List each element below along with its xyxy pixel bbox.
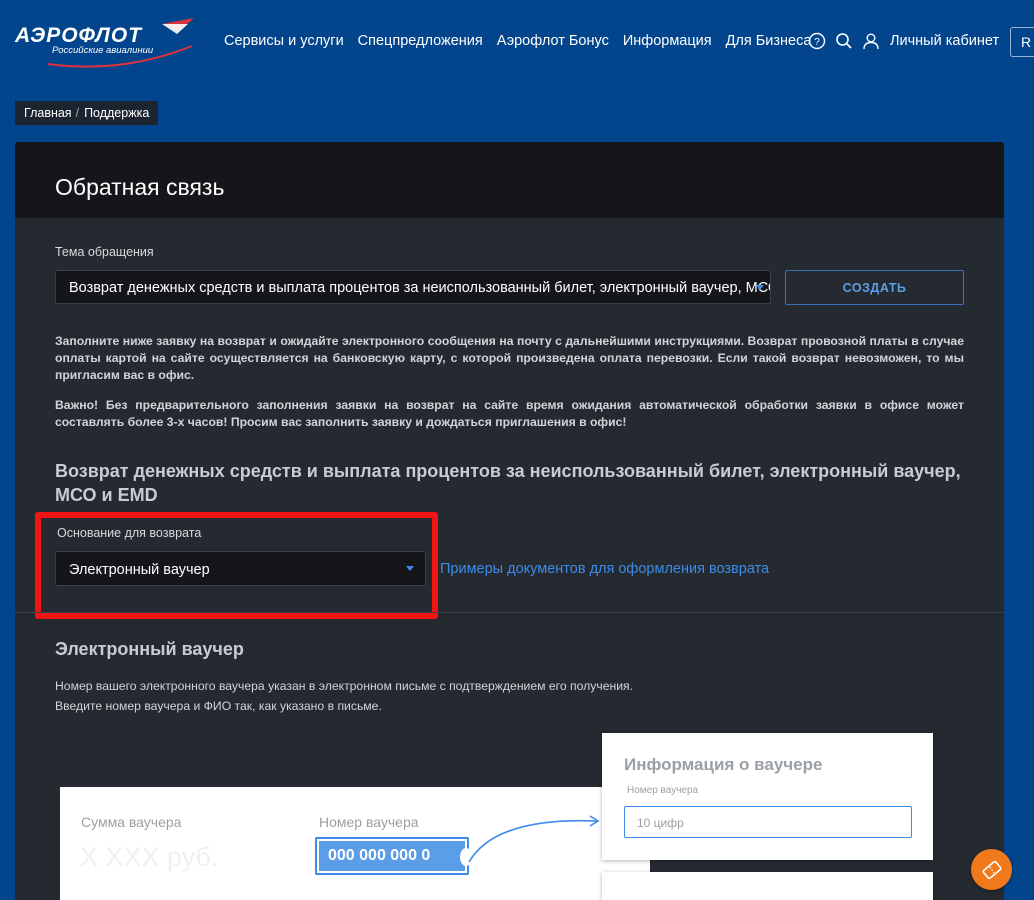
main-nav: Сервисы и услуги Спецпредложения Аэрофло… [224, 33, 825, 49]
voucher-description: Номер вашего электронного ваучера указан… [55, 676, 633, 716]
nav-item-services[interactable]: Сервисы и услуги [224, 33, 344, 49]
help-icon[interactable]: ? [808, 32, 826, 50]
topic-label: Тема обращения [55, 245, 154, 259]
user-icon[interactable] [862, 32, 880, 50]
logo-subtitle: Российские авиалинии [52, 45, 154, 56]
refund-section-title: Возврат денежных средств и выплата проце… [55, 461, 961, 505]
refund-instructions-text: Заполните ниже заявку на возврат и ожида… [55, 334, 964, 382]
svg-text:?: ? [814, 37, 820, 48]
nav-item-bonus[interactable]: Аэрофлот Бонус [497, 33, 609, 49]
nav-item-info[interactable]: Информация [623, 33, 712, 49]
create-button[interactable]: СОЗДАТЬ [785, 270, 964, 305]
voucher-number-value: 000 000 000 0 [328, 847, 431, 864]
highlight-box [35, 512, 438, 619]
voucher-section-title: Электронный ваучер [55, 639, 244, 659]
ticket-icon [981, 860, 1002, 879]
secondary-info-card [602, 872, 933, 900]
voucher-info-field: 10 цифр [624, 806, 912, 838]
voucher-number-chip: 000 000 000 0 [315, 837, 472, 875]
page-title: Обратная связь [55, 174, 225, 200]
panel-header: Обратная связь [15, 142, 1004, 218]
account-link[interactable]: Личный кабинет [890, 33, 999, 49]
voucher-amount-label: Сумма ваучера [81, 814, 182, 830]
arrow-icon [468, 815, 600, 863]
header-actions: ? Личный кабинет [808, 32, 999, 50]
voucher-info-field-label: Номер ваучера [627, 785, 699, 796]
support-chat-button[interactable] [971, 849, 1012, 890]
voucher-info-title: Информация о ваучере [624, 755, 823, 774]
voucher-number-label: Номер ваучера [319, 814, 419, 830]
search-icon[interactable] [835, 32, 853, 50]
refund-warning-text: Важно! Без предварительного заполнения з… [55, 398, 964, 429]
site-header: АЭРОФЛОТ Российские авиалинии Сервисы и … [0, 0, 1034, 90]
voucher-description-line-2: Введите номер ваучера и ФИО так, как ука… [55, 699, 382, 713]
nav-item-offers[interactable]: Спецпредложения [358, 33, 483, 49]
breadcrumb-current: Поддержка [84, 106, 150, 120]
breadcrumb-separator: / [75, 106, 80, 120]
breadcrumb-home[interactable]: Главная [24, 106, 72, 120]
aeroflot-logo[interactable]: АЭРОФЛОТ Российские авиалинии [12, 16, 202, 72]
document-examples-link[interactable]: Примеры документов для оформления возвра… [440, 561, 769, 577]
topic-select-value: Возврат денежных средств и выплата проце… [69, 280, 771, 296]
nav-item-business[interactable]: Для Бизнеса [726, 33, 812, 49]
topic-chevron-down-icon [756, 285, 764, 290]
feedback-panel: Обратная связь Тема обращения Возврат де… [15, 142, 1004, 900]
section-divider [15, 612, 1004, 613]
voucher-amount-value: X XXX руб. [80, 842, 219, 872]
voucher-info-card: Информация о ваучере Номер ваучера 10 ци… [602, 733, 933, 860]
voucher-description-line-1: Номер вашего электронного ваучера указан… [55, 679, 633, 693]
breadcrumb: Главная / Поддержка [15, 101, 159, 125]
topic-select[interactable]: Возврат денежных средств и выплата проце… [55, 270, 771, 304]
language-button[interactable]: R [1010, 27, 1034, 57]
